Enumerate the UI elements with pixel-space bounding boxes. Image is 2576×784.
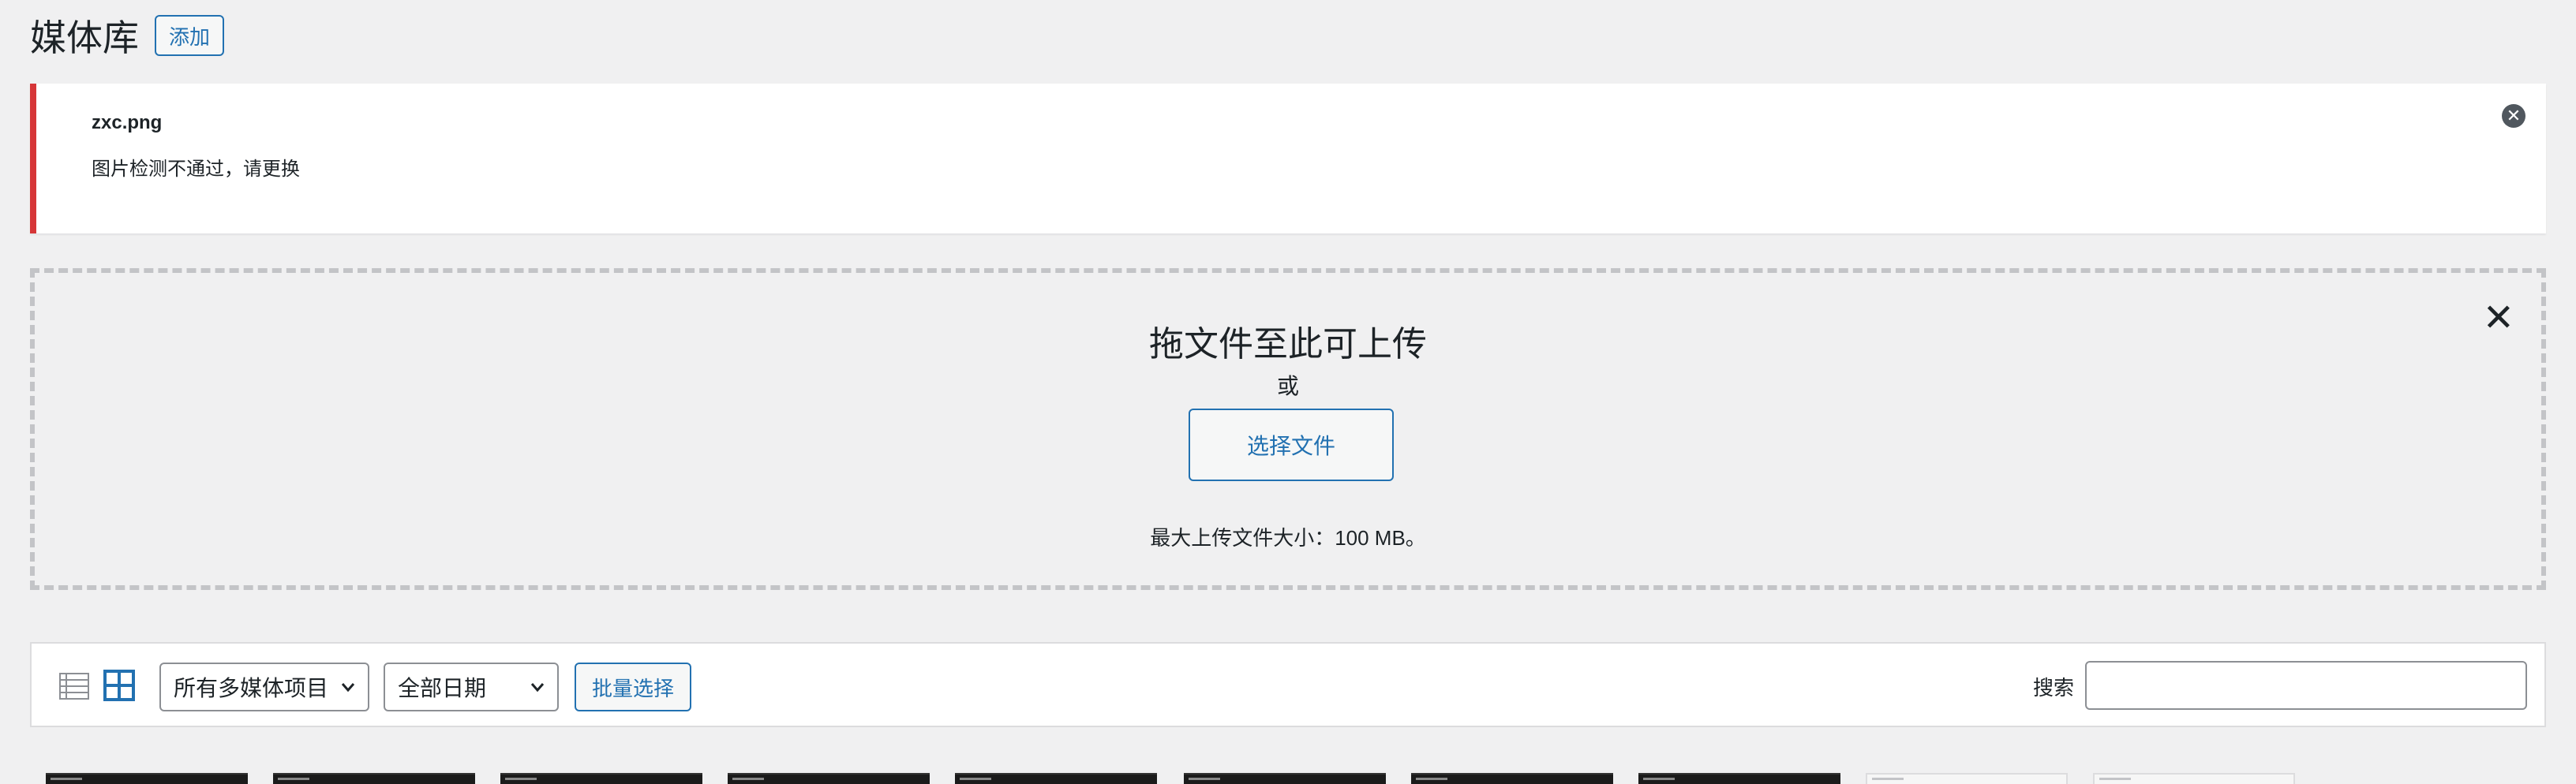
- list-view-icon[interactable]: [58, 670, 90, 702]
- drop-files-title: 拖文件至此可上传: [1149, 325, 1427, 364]
- media-thumbnail[interactable]: [2093, 773, 2295, 784]
- media-thumbnail[interactable]: [955, 773, 1157, 784]
- max-upload-size: 最大上传文件大小：100 MB。: [1150, 526, 1426, 550]
- add-new-button[interactable]: 添加: [155, 15, 225, 56]
- error-notice: zxc.png 图片检测不通过，请更换 ✕: [30, 84, 2546, 233]
- media-grid: [46, 773, 2303, 784]
- search-label: 搜索: [2033, 676, 2075, 700]
- media-type-select[interactable]: 所有多媒体项目: [159, 663, 369, 711]
- date-select[interactable]: 全部日期: [384, 663, 559, 711]
- media-thumbnail[interactable]: [1184, 773, 1386, 784]
- grid-view-icon[interactable]: [103, 669, 136, 702]
- page-title: 媒体库: [30, 17, 139, 58]
- media-thumbnail[interactable]: [273, 773, 475, 784]
- chevron-down-icon: [530, 683, 545, 693]
- media-thumbnail[interactable]: [1411, 773, 1613, 784]
- select-files-button[interactable]: 选择文件: [1189, 409, 1394, 481]
- media-thumbnail[interactable]: [500, 773, 702, 784]
- media-toolbar: 所有多媒体项目 全部日期 批量选择 搜索: [30, 642, 2546, 727]
- dismiss-notice-icon[interactable]: ✕: [2502, 104, 2525, 128]
- chevron-down-icon: [341, 683, 355, 693]
- date-select-value: 全部日期: [398, 676, 487, 700]
- media-thumbnail[interactable]: [1866, 773, 2068, 784]
- media-thumbnail[interactable]: [1638, 773, 1840, 784]
- notice-filename: zxc.png: [92, 112, 163, 133]
- search-input[interactable]: [2085, 661, 2527, 710]
- media-type-select-value: 所有多媒体项目: [174, 676, 329, 700]
- page-header: 媒体库 添加: [30, 11, 225, 60]
- media-thumbnail[interactable]: [728, 773, 930, 784]
- media-library-page: 媒体库 添加 zxc.png 图片检测不通过，请更换 ✕ ✕ 拖文件至此可上传 …: [0, 0, 2576, 784]
- media-thumbnail[interactable]: [46, 773, 248, 784]
- notice-message: 图片检测不通过，请更换: [92, 159, 300, 180]
- or-text: 或: [1276, 374, 1299, 398]
- bulk-select-button[interactable]: 批量选择: [575, 663, 691, 711]
- upload-dropzone[interactable]: ✕ 拖文件至此可上传 或 选择文件 最大上传文件大小：100 MB。: [30, 268, 2546, 590]
